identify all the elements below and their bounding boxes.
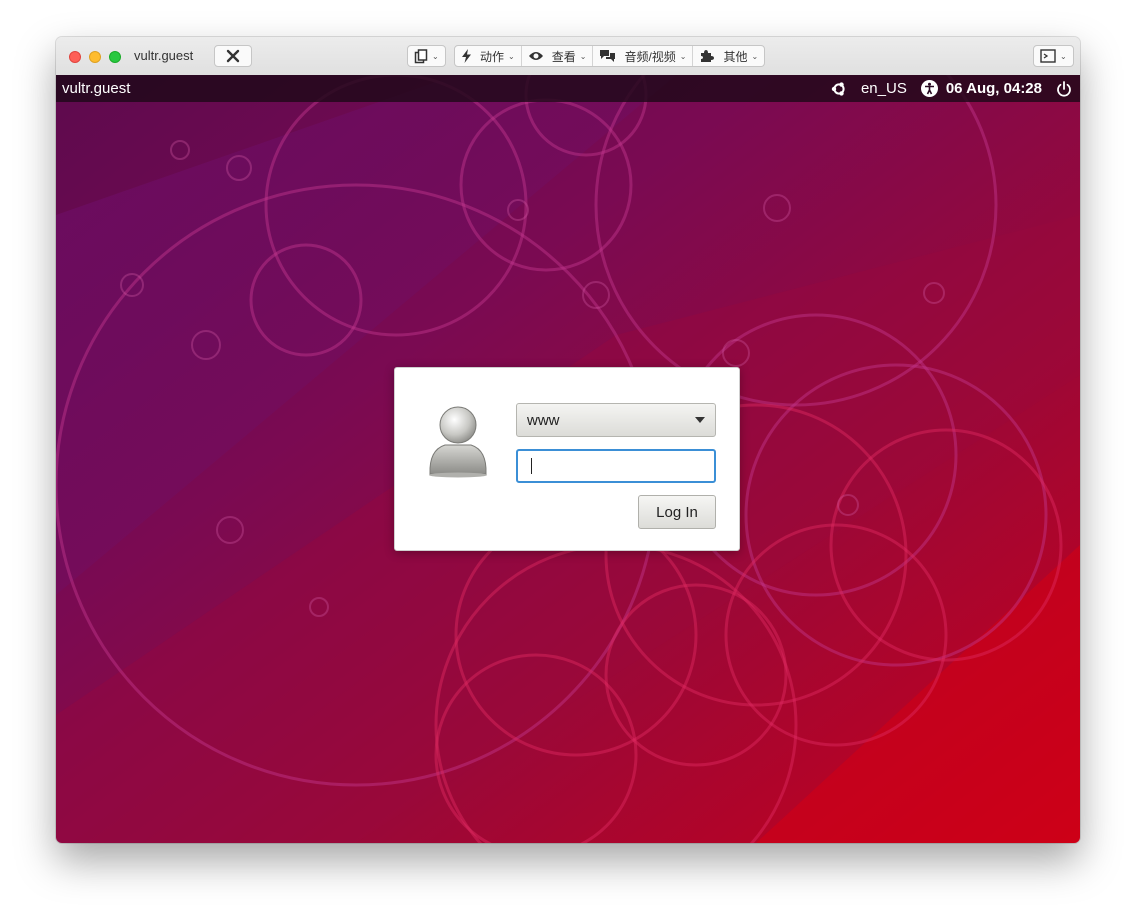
other-menu[interactable]: 其他 ⌄ xyxy=(692,46,764,66)
actions-label: 动作 xyxy=(480,49,505,64)
title-bar: vultr.guest ⌄ 动作 ⌄ 查看 ⌄ 音频/视频 ⌄ 其他 ⌄ ⌄ xyxy=(56,37,1080,76)
main-toolbar: 动作 ⌄ 查看 ⌄ 音频/视频 ⌄ 其他 ⌄ xyxy=(454,45,766,67)
clipboard-button[interactable]: ⌄ xyxy=(408,46,445,66)
power-icon[interactable] xyxy=(1056,80,1072,97)
chat-icon xyxy=(600,50,616,62)
chevron-down-icon: ⌄ xyxy=(432,51,439,61)
accessibility-icon[interactable] xyxy=(920,80,938,97)
window-title: vultr.guest xyxy=(134,48,194,63)
terminal-icon xyxy=(1040,49,1056,63)
user-avatar-icon xyxy=(429,406,487,478)
selected-user: www xyxy=(527,411,560,429)
audio-video-menu[interactable]: 音频/视频 ⌄ xyxy=(592,46,692,66)
close-icon xyxy=(226,49,240,63)
view-menu[interactable]: 查看 ⌄ xyxy=(520,46,593,66)
panel-hostname: vultr.guest xyxy=(62,80,131,97)
dropdown-caret-icon xyxy=(695,417,705,423)
window-zoom-control[interactable] xyxy=(109,51,121,63)
panel-indicators: en_US 06 Aug, 04:28 xyxy=(817,75,1072,102)
clock[interactable]: 06 Aug, 04:28 xyxy=(946,80,1042,97)
password-field[interactable] xyxy=(516,449,716,483)
puzzle-icon xyxy=(701,50,715,62)
window-minimize-control[interactable] xyxy=(89,51,101,63)
remote-screen[interactable]: vultr.guest en_US 06 Aug, 04:28 www Log … xyxy=(56,75,1080,843)
top-panel: vultr.guest en_US 06 Aug, 04:28 xyxy=(56,75,1080,102)
terminal-menu[interactable]: ⌄ xyxy=(1033,45,1074,67)
eye-icon xyxy=(528,52,543,60)
locale-indicator[interactable]: en_US xyxy=(861,80,907,97)
clipboard-menu[interactable]: ⌄ xyxy=(407,45,446,67)
terminal-button[interactable]: ⌄ xyxy=(1034,46,1073,66)
user-select[interactable]: www xyxy=(516,403,716,437)
actions-menu[interactable]: 动作 ⌄ xyxy=(455,46,521,66)
chevron-down-icon: ⌄ xyxy=(1060,51,1067,61)
text-cursor xyxy=(531,458,532,474)
lightning-icon xyxy=(462,49,471,63)
window-close-control[interactable] xyxy=(69,51,81,63)
view-label: 查看 xyxy=(551,49,576,64)
ubuntu-icon[interactable] xyxy=(831,81,847,97)
login-button[interactable]: Log In xyxy=(638,495,716,529)
chevron-down-icon: ⌄ xyxy=(508,51,515,61)
audio-video-label: 音频/视频 xyxy=(624,49,676,64)
login-dialog: www Log In xyxy=(394,367,740,551)
chevron-down-icon: ⌄ xyxy=(751,51,759,61)
disconnect-button[interactable] xyxy=(214,45,252,67)
remote-desktop-window: vultr.guest ⌄ 动作 ⌄ 查看 ⌄ 音频/视频 ⌄ 其他 ⌄ ⌄ v… xyxy=(56,37,1080,843)
chevron-down-icon: ⌄ xyxy=(579,51,587,61)
clipboard-icon xyxy=(414,48,428,63)
chevron-down-icon: ⌄ xyxy=(679,51,687,61)
other-label: 其他 xyxy=(723,49,748,64)
